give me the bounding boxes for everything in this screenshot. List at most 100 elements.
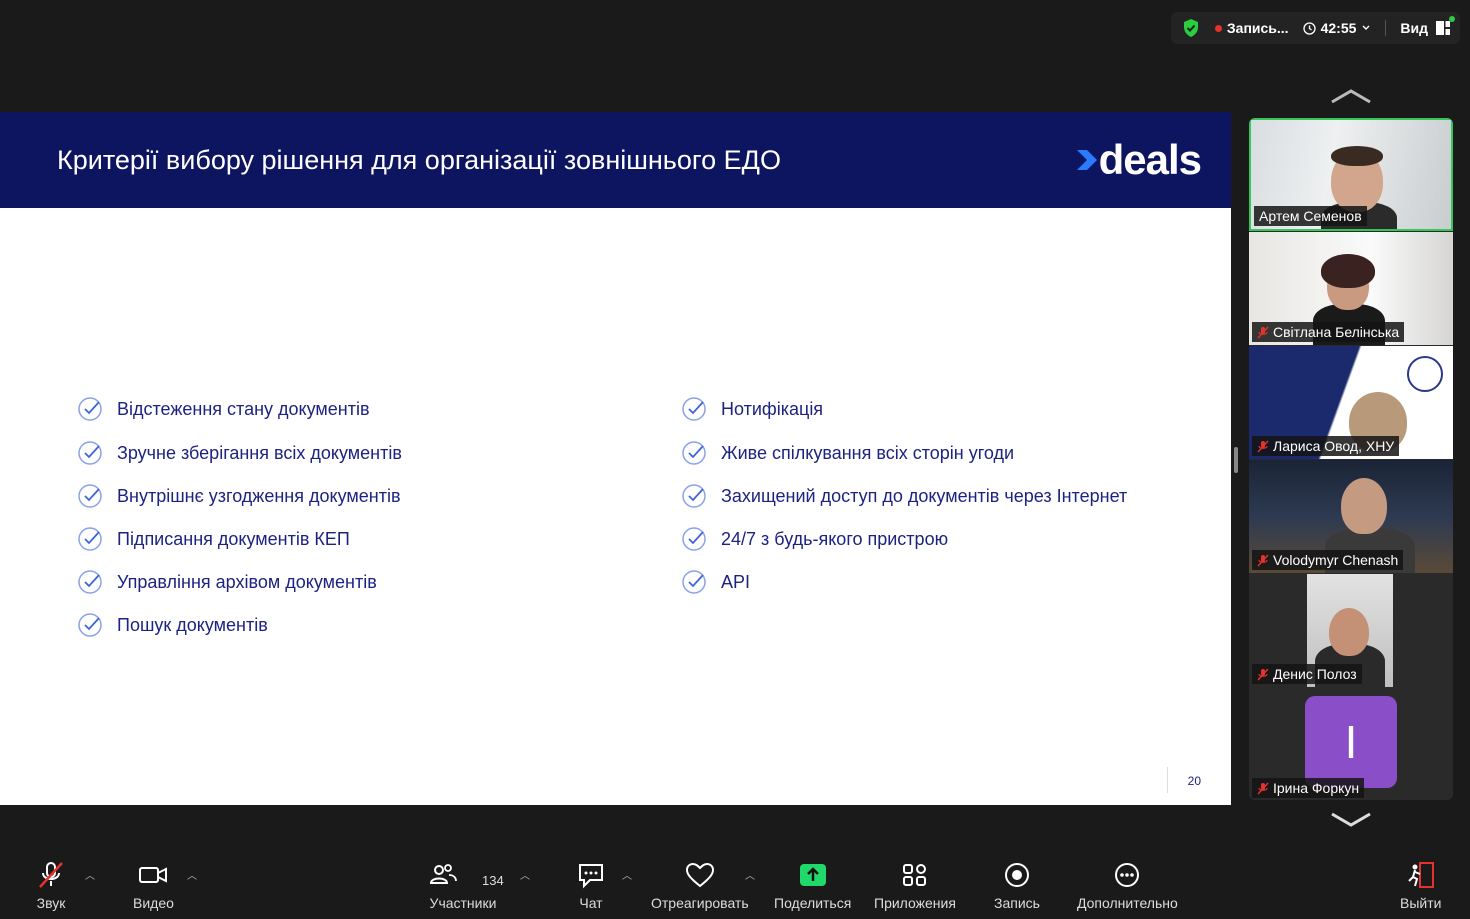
check-circle-icon <box>682 397 706 421</box>
participant-name-tag: Лариса Овод, ХНУ <box>1252 436 1400 456</box>
participant-name-tag: Ірина Форкун <box>1252 778 1365 798</box>
list-item: Пошук документів <box>77 612 268 638</box>
check-circle-icon <box>78 570 102 594</box>
view-label: Вид <box>1400 20 1428 36</box>
list-item-label: Управління архівом документів <box>117 571 377 592</box>
slide-page-number: 20 <box>1187 774 1201 788</box>
participant-tile[interactable]: I Ірина Форкун <box>1249 688 1453 800</box>
mic-muted-icon <box>39 862 63 888</box>
participant-tile[interactable]: Світлана Белінська <box>1249 232 1453 345</box>
shared-screen-slide: Критерії вибору рішення для організації … <box>0 112 1231 805</box>
view-button[interactable]: Вид <box>1400 20 1450 36</box>
participant-name: Ірина Форкун <box>1273 780 1360 796</box>
list-item: Внутрішнє узгодження документів <box>77 483 401 509</box>
apps-label: Приложения <box>874 895 956 911</box>
participant-tile[interactable]: Лариса Овод, ХНУ <box>1249 346 1453 459</box>
list-item-label: API <box>721 571 751 592</box>
apps-icon <box>902 864 926 886</box>
meeting-timer[interactable]: 42:55 <box>1302 20 1372 36</box>
list-item-label: Живе спілкування всіх сторін угоди <box>721 442 1015 463</box>
participant-tile[interactable]: Денис Полоз <box>1249 574 1453 687</box>
video-camera-icon <box>139 867 168 883</box>
clock-icon <box>1302 21 1316 35</box>
record-icon <box>1004 863 1029 887</box>
logo-chevron-icon <box>1076 150 1097 170</box>
gallery-scroll-up-icon[interactable] <box>1330 88 1372 104</box>
list-item: Підписання документів КЕП <box>77 526 350 552</box>
list-item-label: 24/7 з будь-якого пристрою <box>721 528 949 549</box>
deals-logo: deals <box>1075 136 1202 184</box>
participants-count: 134 <box>482 873 504 888</box>
chat-label: Чат <box>579 895 603 911</box>
participant-name: Денис Полоз <box>1273 666 1357 682</box>
record-button[interactable]: Запись <box>994 861 1040 911</box>
participant-tile[interactable]: Артем Семенов <box>1249 118 1453 231</box>
participants-options-caret-icon[interactable]: ︿ <box>520 867 530 882</box>
more-button[interactable]: Дополнительно <box>1077 861 1178 911</box>
react-options-caret-icon[interactable]: ︿ <box>745 867 755 882</box>
list-item-label: Підписання документів КЕП <box>117 528 350 549</box>
resize-handle[interactable] <box>1234 447 1238 473</box>
list-item-label: Внутрішнє узгодження документів <box>117 485 401 506</box>
share-screen-icon <box>799 864 826 886</box>
list-item: Зручне зберігання всіх документів <box>77 440 402 466</box>
list-item: Управління архівом документів <box>77 569 377 595</box>
university-logo-icon <box>1407 356 1443 392</box>
recording-indicator[interactable]: Запись... <box>1214 20 1289 36</box>
share-screen-button[interactable]: Поделиться <box>774 861 851 911</box>
list-item-label: Нотифікація <box>721 398 824 419</box>
logo-text: deals <box>1098 136 1202 183</box>
participant-name-tag: Денис Полоз <box>1252 664 1362 684</box>
mic-muted-icon <box>1257 668 1269 680</box>
more-label: Дополнительно <box>1077 895 1178 911</box>
audio-options-caret-icon[interactable]: ︿ <box>85 867 95 882</box>
divider <box>1385 20 1387 36</box>
security-shield-icon[interactable] <box>1181 18 1201 38</box>
check-circle-icon <box>78 484 102 508</box>
record-label: Запись <box>994 895 1040 911</box>
check-circle-icon <box>682 570 706 594</box>
video-label: Видео <box>133 895 174 911</box>
chat-options-caret-icon[interactable]: ︿ <box>622 867 632 882</box>
gallery-scroll-down-icon[interactable] <box>1330 812 1372 828</box>
mic-muted-icon <box>1257 782 1269 794</box>
share-label: Поделиться <box>774 895 852 911</box>
list-item: Живе спілкування всіх сторін угоди <box>681 440 1014 466</box>
video-figure <box>1331 146 1383 166</box>
check-circle-icon <box>78 613 102 637</box>
participant-tile[interactable]: Volodymyr Chenash <box>1249 460 1453 573</box>
more-options-icon <box>1115 863 1140 887</box>
chat-button[interactable]: Чат <box>576 861 606 911</box>
grid-view-icon <box>1436 21 1450 35</box>
timer-value: 42:55 <box>1320 20 1357 36</box>
list-item: Нотифікація <box>681 396 823 422</box>
list-item: 24/7 з будь-якого пристрою <box>681 526 948 552</box>
slide-title: Критерії вибору рішення для організації … <box>57 145 781 175</box>
mic-muted-icon <box>1257 326 1269 338</box>
list-item-label: Відстеження стану документів <box>117 398 370 419</box>
check-circle-icon <box>682 441 706 465</box>
recording-label: Запись... <box>1226 20 1289 36</box>
participant-name-tag: Артем Семенов <box>1254 206 1367 226</box>
leave-label: Выйти <box>1400 895 1442 911</box>
video-button[interactable]: Видео <box>133 861 174 911</box>
participant-name-tag: Volodymyr Chenash <box>1252 550 1404 570</box>
apps-button[interactable]: Приложения <box>874 861 956 911</box>
leave-button[interactable]: Выйти <box>1400 861 1441 911</box>
participant-name-tag: Світлана Белінська <box>1252 322 1405 342</box>
video-options-caret-icon[interactable]: ︿ <box>187 867 197 882</box>
video-figure <box>1321 254 1375 288</box>
video-figure <box>1341 478 1387 534</box>
list-item-label: Захищений доступ до документів через Інт… <box>721 485 1128 506</box>
chevron-down-icon <box>1362 25 1370 30</box>
list-item-label: Пошук документів <box>117 614 268 635</box>
meeting-window: Запись... 42:55 Вид Критерії вибору ріше… <box>0 0 1470 919</box>
react-label: Отреагировать <box>651 895 749 911</box>
participant-name: Світлана Белінська <box>1273 324 1400 340</box>
audio-button[interactable]: Звук <box>36 861 66 911</box>
participant-avatar: I <box>1305 696 1397 788</box>
participant-name: Лариса Овод, ХНУ <box>1273 438 1395 454</box>
react-button[interactable]: Отреагировать <box>651 861 749 911</box>
participants-icon <box>429 864 457 884</box>
video-figure <box>1329 608 1369 656</box>
